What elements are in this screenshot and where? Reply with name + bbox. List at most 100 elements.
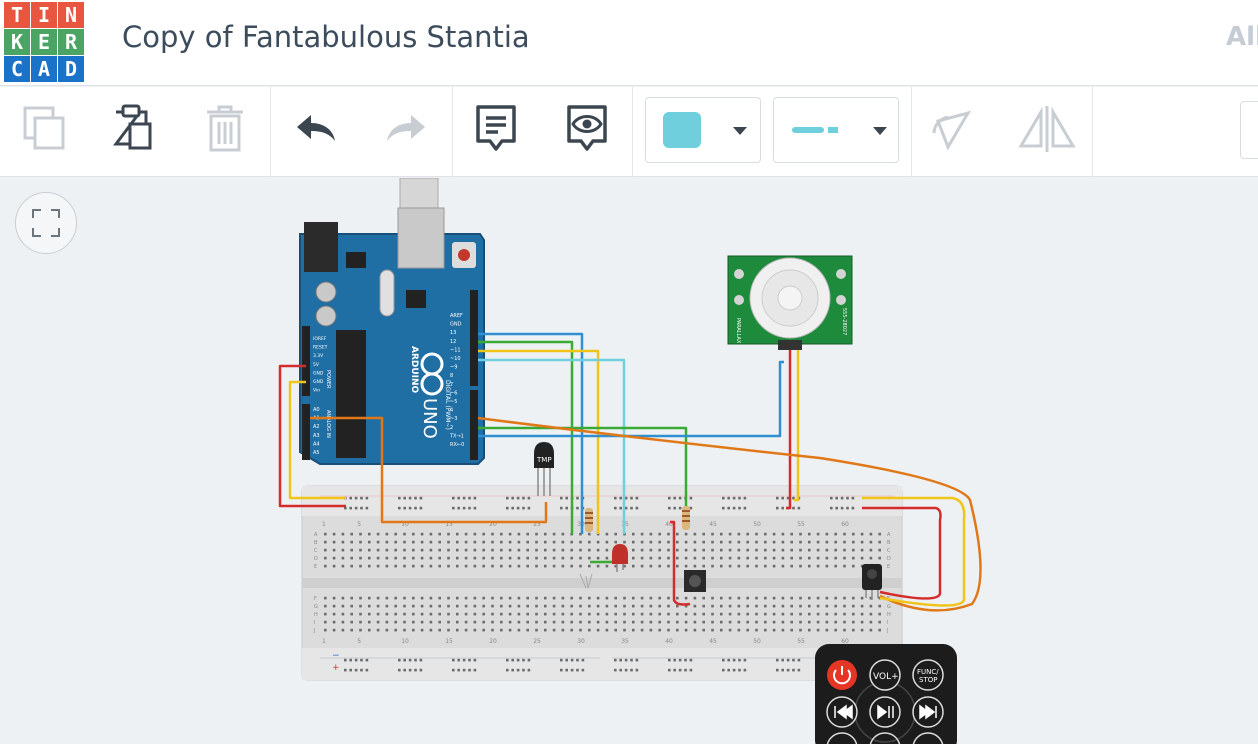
breadboard-hole[interactable] (526, 620, 529, 624)
breadboard-hole[interactable] (429, 612, 433, 616)
rail-hole[interactable] (403, 496, 406, 500)
breadboard-hole[interactable] (412, 556, 415, 560)
breadboard-hole[interactable] (720, 604, 723, 608)
breadboard-hole[interactable] (570, 540, 573, 544)
breadboard-hole[interactable] (429, 532, 433, 536)
breadboard-hole[interactable] (667, 556, 670, 560)
breadboard-hole[interactable] (376, 604, 380, 608)
breadboard-hole[interactable] (561, 596, 565, 600)
breadboard-hole[interactable] (385, 564, 389, 568)
breadboard-hole[interactable] (420, 628, 424, 632)
breadboard-hole[interactable] (623, 628, 626, 632)
breadboard-hole[interactable] (834, 612, 837, 616)
breadboard-hole[interactable] (596, 564, 600, 568)
breadboard-hole[interactable] (693, 564, 697, 568)
breadboard-hole[interactable] (456, 556, 459, 560)
breadboard-hole[interactable] (552, 540, 556, 544)
rail-hole[interactable] (360, 668, 363, 672)
rail-hole[interactable] (462, 658, 466, 662)
breadboard-hole[interactable] (341, 548, 345, 552)
copy-icon[interactable] (15, 99, 75, 159)
breadboard-hole[interactable] (878, 612, 881, 616)
breadboard-hole[interactable] (368, 628, 371, 632)
breadboard-hole[interactable] (544, 628, 547, 632)
breadboard-hole[interactable] (790, 532, 793, 536)
rail-hole[interactable] (776, 668, 779, 672)
breadboard-hole[interactable] (359, 540, 362, 544)
breadboard-hole[interactable] (772, 548, 776, 552)
breadboard-hole[interactable] (482, 612, 485, 616)
rail-hole[interactable] (673, 496, 676, 500)
breadboard-hole[interactable] (394, 612, 397, 616)
undo-icon[interactable] (286, 99, 346, 159)
breadboard-hole[interactable] (544, 564, 547, 568)
breadboard-hole[interactable] (544, 556, 547, 560)
rail-hole[interactable] (354, 506, 358, 510)
breadboard-hole[interactable] (403, 556, 406, 560)
rail-hole[interactable] (840, 506, 844, 510)
breadboard-hole[interactable] (420, 548, 424, 552)
breadboard-hole[interactable] (350, 604, 353, 608)
breadboard-hole[interactable] (570, 556, 573, 560)
breadboard-hole[interactable] (843, 548, 846, 552)
breadboard-hole[interactable] (588, 596, 591, 600)
breadboard-hole[interactable] (623, 604, 626, 608)
rail-hole[interactable] (408, 658, 412, 662)
breadboard-hole[interactable] (825, 612, 829, 616)
breadboard-hole[interactable] (359, 564, 362, 568)
breadboard-hole[interactable] (790, 620, 793, 624)
breadboard-hole[interactable] (324, 612, 327, 616)
breadboard-hole[interactable] (376, 620, 380, 624)
rail-hole[interactable] (468, 506, 471, 510)
breadboard-hole[interactable] (447, 548, 450, 552)
breadboard-hole[interactable] (852, 540, 855, 544)
rail-hole[interactable] (668, 506, 671, 510)
breadboard-hole[interactable] (447, 612, 450, 616)
breadboard-hole[interactable] (385, 532, 389, 536)
breadboard-hole[interactable] (429, 540, 433, 544)
breadboard-hole[interactable] (702, 604, 705, 608)
rail-hole[interactable] (398, 506, 401, 510)
breadboard-hole[interactable] (799, 556, 802, 560)
rail-hole[interactable] (360, 658, 363, 662)
breadboard-hole[interactable] (676, 628, 679, 632)
breadboard-hole[interactable] (544, 532, 547, 536)
rail-hole[interactable] (624, 668, 628, 672)
rail-hole[interactable] (360, 506, 363, 510)
breadboard-hole[interactable] (623, 612, 626, 616)
breadboard-hole[interactable] (429, 548, 433, 552)
breadboard-hole[interactable] (324, 620, 327, 624)
breadboard-hole[interactable] (456, 548, 459, 552)
breadboard-hole[interactable] (368, 612, 371, 616)
breadboard-hole[interactable] (403, 620, 406, 624)
breadboard-hole[interactable] (570, 628, 573, 632)
rail-hole[interactable] (797, 668, 801, 672)
breadboard-hole[interactable] (552, 604, 556, 608)
breadboard-hole[interactable] (790, 540, 793, 544)
rail-hole[interactable] (419, 658, 423, 662)
breadboard-hole[interactable] (720, 556, 723, 560)
breadboard-hole[interactable] (482, 556, 485, 560)
rail-hole[interactable] (738, 658, 741, 662)
rail-hole[interactable] (846, 496, 849, 500)
rail-hole[interactable] (414, 496, 417, 500)
rail-hole[interactable] (403, 658, 406, 662)
rail-hole[interactable] (452, 668, 455, 672)
rail-hole[interactable] (743, 668, 747, 672)
rail-hole[interactable] (776, 506, 779, 510)
rail-hole[interactable] (673, 668, 676, 672)
breadboard-hole[interactable] (799, 620, 802, 624)
breadboard-hole[interactable] (588, 612, 591, 616)
rail-hole[interactable] (565, 668, 568, 672)
breadboard-hole[interactable] (500, 604, 503, 608)
breadboard-hole[interactable] (324, 604, 327, 608)
breadboard-hole[interactable] (693, 612, 697, 616)
rail-hole[interactable] (452, 496, 455, 500)
breadboard-hole[interactable] (649, 556, 653, 560)
breadboard-hole[interactable] (429, 628, 433, 632)
breadboard-hole[interactable] (808, 548, 811, 552)
breadboard-hole[interactable] (570, 564, 573, 568)
breadboard-hole[interactable] (438, 604, 441, 608)
rail-hole[interactable] (457, 506, 460, 510)
rail-hole[interactable] (344, 668, 347, 672)
